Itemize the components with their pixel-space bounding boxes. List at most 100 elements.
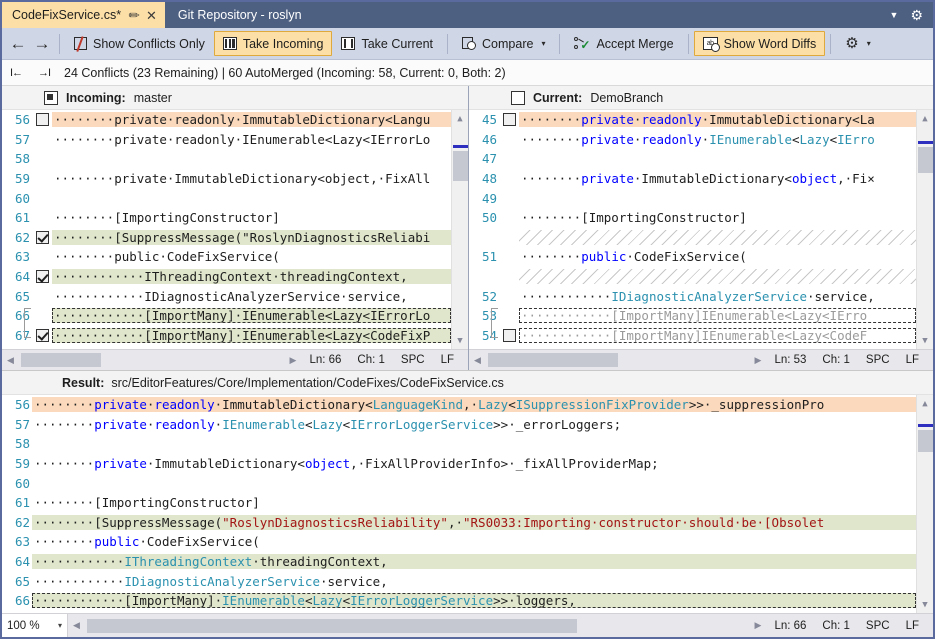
tab-git-repository[interactable]: Git Repository - roslyn xyxy=(165,2,310,28)
code-line[interactable]: 49 xyxy=(469,188,916,208)
result-scroll-track[interactable] xyxy=(917,412,934,596)
code-line[interactable]: 62········[SuppressMessage("RoslynDiagno… xyxy=(2,513,916,533)
take-current-button[interactable]: Take Current xyxy=(332,31,442,56)
scroll-left-icon[interactable]: ◀ xyxy=(2,350,19,370)
scroll-right-icon[interactable]: ▶ xyxy=(749,350,766,370)
take-line-checkbox[interactable] xyxy=(503,329,516,342)
next-conflict-button[interactable]: →I xyxy=(30,60,58,86)
take-line-checkbox[interactable] xyxy=(503,113,516,126)
code-line[interactable]: 53············[ImportMany]IEnumerable<La… xyxy=(469,306,916,326)
scroll-left-icon[interactable]: ◀ xyxy=(68,616,85,636)
line-number: 45 xyxy=(469,112,499,127)
take-line-checkbox[interactable] xyxy=(36,329,49,342)
compare-button[interactable]: Compare ▾ xyxy=(453,31,554,56)
code-line[interactable] xyxy=(469,267,916,287)
chevron-down-icon[interactable]: ▼ xyxy=(890,10,899,20)
line-number: 58 xyxy=(2,436,32,451)
code-line[interactable]: 54············[ImportMany]IEnumerable<La… xyxy=(469,326,916,346)
tab-codefixservice[interactable]: CodeFixService.cs* ✐ ✕ xyxy=(2,2,165,28)
code-line-text xyxy=(519,151,916,166)
scroll-up-icon[interactable]: ▲ xyxy=(917,395,934,412)
code-line[interactable]: 45········private·readonly·ImmutableDict… xyxy=(469,110,916,130)
code-line[interactable]: 56········private·readonly·ImmutableDict… xyxy=(2,110,451,130)
code-line[interactable]: 58 xyxy=(2,434,916,454)
take-line-checkbox[interactable] xyxy=(36,231,49,244)
line-number: 47 xyxy=(469,151,499,166)
current-vertical-scrollbar[interactable]: ▲ ▼ xyxy=(916,110,933,349)
scroll-left-icon[interactable]: ◀ xyxy=(469,350,486,370)
code-line[interactable]: 46········private·readonly·IEnumerable<L… xyxy=(469,130,916,150)
scroll-right-icon[interactable]: ▶ xyxy=(749,616,766,636)
code-line[interactable]: 51········public·CodeFixService( xyxy=(469,247,916,267)
incoming-scroll-track[interactable] xyxy=(452,127,469,332)
scroll-up-icon[interactable]: ▲ xyxy=(917,110,934,127)
scroll-down-icon[interactable]: ▼ xyxy=(917,332,934,349)
previous-conflict-button[interactable]: I← xyxy=(2,60,30,86)
accept-merge-button[interactable]: ✓ Accept Merge xyxy=(565,31,682,56)
code-line[interactable]: 62········[SuppressMessage("RoslynDiagno… xyxy=(2,228,451,248)
code-line[interactable]: 65············IDiagnosticAnalyzerService… xyxy=(2,286,451,306)
result-scroll-thumb[interactable] xyxy=(918,430,933,452)
code-line[interactable]: 64············IThreadingContext·threadin… xyxy=(2,267,451,287)
current-scroll-thumb[interactable] xyxy=(918,147,933,173)
result-hscroll-thumb[interactable] xyxy=(87,619,577,633)
code-line[interactable]: 60 xyxy=(2,188,451,208)
back-button[interactable]: ← xyxy=(6,31,30,56)
result-code-area[interactable]: 56········private·readonly·ImmutableDict… xyxy=(2,395,933,613)
conflict-summary-text: 24 Conflicts (23 Remaining) | 60 AutoMer… xyxy=(64,66,506,80)
current-select-all-checkbox[interactable] xyxy=(511,91,525,105)
show-conflicts-only-button[interactable]: Show Conflicts Only xyxy=(65,31,214,56)
zoom-selector[interactable]: 100 % ▾ xyxy=(2,614,68,637)
code-line[interactable]: 57········private·readonly·IEnumerable<L… xyxy=(2,130,451,150)
zoom-chevron-down-icon[interactable]: ▾ xyxy=(58,621,62,630)
code-line[interactable]: 60 xyxy=(2,473,916,493)
scroll-down-icon[interactable]: ▼ xyxy=(917,596,934,613)
code-line[interactable]: 58 xyxy=(2,149,451,169)
code-line[interactable] xyxy=(469,228,916,248)
current-code-area[interactable]: 45········private·readonly·ImmutableDict… xyxy=(469,110,933,349)
code-line[interactable]: 48········private·ImmutableDictionary<ob… xyxy=(469,169,916,189)
code-line[interactable]: 52············IDiagnosticAnalyzerService… xyxy=(469,286,916,306)
incoming-select-all-checkbox[interactable] xyxy=(44,91,58,105)
compare-chevron-down-icon[interactable]: ▾ xyxy=(541,39,545,48)
settings-chevron-down-icon[interactable]: ▾ xyxy=(867,39,871,48)
settings-button[interactable]: ⚙ ▾ xyxy=(836,31,879,56)
take-incoming-button[interactable]: Take Incoming xyxy=(214,31,333,56)
current-hscroll-track[interactable] xyxy=(486,350,749,370)
scroll-down-icon[interactable]: ▼ xyxy=(452,332,469,349)
gear-icon[interactable]: ⚙ xyxy=(910,8,923,22)
code-line[interactable]: 66············[ImportMany]·IEnumerable<L… xyxy=(2,591,916,611)
incoming-vertical-scrollbar[interactable]: ▲ ▼ xyxy=(451,110,468,349)
code-line[interactable]: 61········[ImportingConstructor] xyxy=(2,493,916,513)
incoming-hscroll-track[interactable] xyxy=(19,350,284,370)
scroll-right-icon[interactable]: ▶ xyxy=(284,350,301,370)
code-line[interactable]: 61········[ImportingConstructor] xyxy=(2,208,451,228)
incoming-scroll-thumb[interactable] xyxy=(453,151,468,181)
current-scroll-track[interactable] xyxy=(917,127,934,332)
code-line[interactable]: 63········public·CodeFixService( xyxy=(2,532,916,552)
incoming-code-area[interactable]: 56········private·readonly·ImmutableDict… xyxy=(2,110,468,349)
code-line[interactable]: 64············IThreadingContext·threadin… xyxy=(2,552,916,572)
show-word-diffs-button[interactable]: ab Show Word Diffs xyxy=(694,31,826,56)
code-line[interactable]: 57········private·readonly·IEnumerable<L… xyxy=(2,415,916,435)
current-hscroll-thumb[interactable] xyxy=(488,353,618,367)
code-line[interactable]: 63········public·CodeFixService( xyxy=(2,247,451,267)
scroll-up-icon[interactable]: ▲ xyxy=(452,110,469,127)
result-hscroll-track[interactable] xyxy=(85,616,749,636)
code-line[interactable]: 59········private·ImmutableDictionary<ob… xyxy=(2,169,451,189)
code-line[interactable]: 66············[ImportMany]·IEnumerable<L… xyxy=(2,306,451,326)
code-line[interactable]: 67············[ImportMany]·IEnumerable<L… xyxy=(2,326,451,346)
code-line[interactable]: 65············IDiagnosticAnalyzerService… xyxy=(2,571,916,591)
code-line[interactable]: 59········private·ImmutableDictionary<ob… xyxy=(2,454,916,474)
code-line[interactable]: 56········private·readonly·ImmutableDict… xyxy=(2,395,916,415)
incoming-hscroll-thumb[interactable] xyxy=(21,353,101,367)
close-icon[interactable]: ✕ xyxy=(146,9,157,22)
code-line[interactable]: 50········[ImportingConstructor] xyxy=(469,208,916,228)
result-vertical-scrollbar[interactable]: ▲ ▼ xyxy=(916,395,933,613)
code-line[interactable]: 47 xyxy=(469,149,916,169)
take-line-checkbox[interactable] xyxy=(36,113,49,126)
pin-icon[interactable]: ✐ xyxy=(125,7,142,24)
forward-button[interactable]: → xyxy=(30,31,54,56)
result-char-indicator: Ch: 1 xyxy=(814,620,858,632)
take-line-checkbox[interactable] xyxy=(36,270,49,283)
